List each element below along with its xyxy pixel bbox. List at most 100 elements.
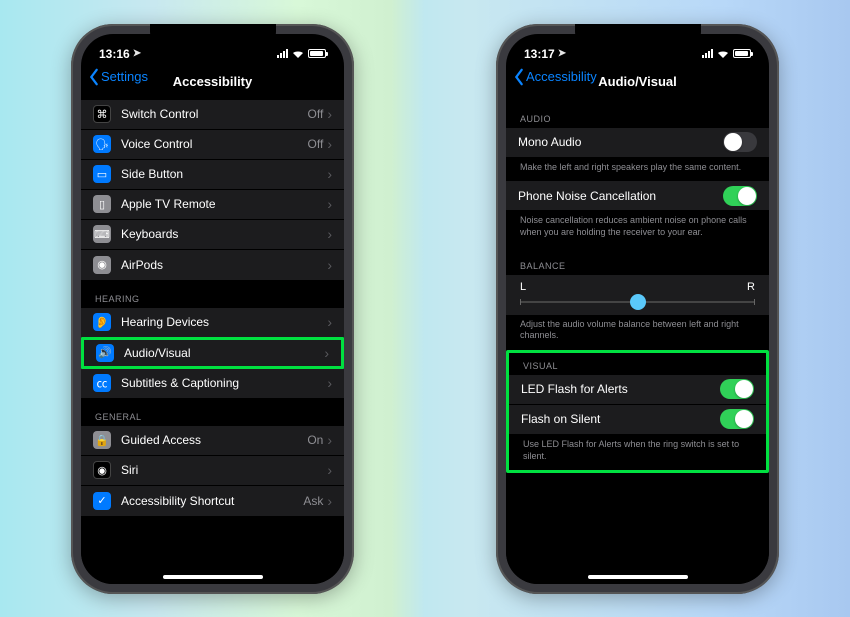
row-value: Off (308, 107, 324, 121)
row-subtitles-captioning[interactable]: ㏄ Subtitles & Captioning› (81, 368, 344, 398)
led-toggle[interactable] (720, 379, 754, 399)
phone-right: 13:17 ➤ Accessibility Audio/Visual AUDIO… (496, 24, 779, 594)
back-label: Accessibility (526, 69, 597, 84)
switch-control-icon: ⌘ (93, 105, 111, 123)
notch (150, 24, 276, 46)
row-label: Audio/Visual (124, 346, 324, 360)
flash-silent-toggle[interactable] (720, 409, 754, 429)
row-keyboards[interactable]: ⌨ Keyboards› (81, 220, 344, 250)
balance-slider-row: L R (506, 275, 769, 315)
noise-toggle[interactable] (723, 186, 757, 206)
mono-toggle[interactable] (723, 132, 757, 152)
hearing-icon: 👂 (93, 313, 111, 331)
shortcut-icon: ✓ (93, 492, 111, 510)
row-siri[interactable]: ◉ Siri› (81, 456, 344, 486)
screen-accessibility: 13:16 ➤ Settings Accessibility ⌘ Switch C… (81, 34, 344, 584)
row-audio-visual[interactable]: 🔊 Audio/Visual› (81, 337, 344, 369)
tv-remote-icon: ▯ (93, 195, 111, 213)
section-balance: BALANCE (506, 247, 769, 275)
screen-audio-visual: 13:17 ➤ Accessibility Audio/Visual AUDIO… (506, 34, 769, 584)
row-label: AirPods (121, 258, 327, 272)
mono-label: Mono Audio (518, 135, 723, 149)
row-label: Keyboards (121, 227, 327, 241)
location-icon: ➤ (558, 48, 566, 59)
chevron-right-icon: › (327, 493, 332, 509)
chevron-right-icon: › (327, 196, 332, 212)
chevron-right-icon: › (327, 257, 332, 273)
chevron-right-icon: › (327, 375, 332, 391)
voice-control-icon: 🗣 (93, 135, 111, 153)
nav-bar: Accessibility Audio/Visual (506, 68, 769, 100)
chevron-right-icon: › (327, 462, 332, 478)
visual-highlight-group: VISUAL LED Flash for Alerts Flash on Sil… (506, 350, 769, 473)
guided-access-icon: 🔒 (93, 431, 111, 449)
chevron-right-icon: › (327, 136, 332, 152)
row-guided-access[interactable]: 🔒 Guided AccessOn › (81, 426, 344, 456)
chevron-right-icon: › (327, 106, 332, 122)
chevron-right-icon: › (324, 345, 329, 361)
siri-icon: ◉ (93, 461, 111, 479)
back-button[interactable]: Accessibility (512, 68, 597, 86)
section-audio: AUDIO (506, 100, 769, 128)
chevron-right-icon: › (327, 432, 332, 448)
row-flash-silent[interactable]: Flash on Silent (509, 405, 766, 435)
slider-knob[interactable] (630, 294, 646, 310)
chevron-right-icon: › (327, 166, 332, 182)
status-time: 13:16 (99, 47, 130, 61)
row-side-button[interactable]: ▭Side Button› (81, 160, 344, 190)
wifi-icon (717, 49, 729, 58)
row-label: Apple TV Remote (121, 197, 327, 211)
row-noise-cancellation[interactable]: Phone Noise Cancellation (506, 181, 769, 211)
audio-visual-icon: 🔊 (96, 344, 114, 362)
balance-footer: Adjust the audio volume balance between … (506, 315, 769, 350)
flash-silent-label: Flash on Silent (521, 412, 720, 426)
chevron-right-icon: › (327, 314, 332, 330)
airpods-icon: ◉ (93, 256, 111, 274)
balance-slider[interactable] (520, 301, 755, 303)
row-accessibility-shortcut[interactable]: ✓ Accessibility ShortcutAsk › (81, 486, 344, 516)
balance-right-label: R (747, 281, 755, 293)
signal-icon (702, 49, 713, 58)
notch (575, 24, 701, 46)
noise-footer: Noise cancellation reduces ambient noise… (506, 211, 769, 246)
row-switch-control[interactable]: ⌘ Switch ControlOff› (81, 100, 344, 130)
content-scroll[interactable]: ⌘Switch ControlOff›🗣Voice ControlOff›▭Si… (81, 100, 344, 584)
row-value: On (307, 433, 323, 447)
page-title: Accessibility (173, 74, 253, 89)
wifi-icon (292, 49, 304, 58)
noise-label: Phone Noise Cancellation (518, 189, 723, 203)
row-label: Accessibility Shortcut (121, 494, 303, 508)
visual-footer: Use LED Flash for Alerts when the ring s… (509, 435, 766, 470)
status-time: 13:17 (524, 47, 555, 61)
row-label: Switch Control (121, 107, 308, 121)
section-hearing: HEARING (81, 280, 344, 308)
balance-left-label: L (520, 281, 526, 293)
phone-left: 13:16 ➤ Settings Accessibility ⌘ Switch C… (71, 24, 354, 594)
row-value: Ask (303, 494, 323, 508)
mono-footer: Make the left and right speakers play th… (506, 158, 769, 182)
chevron-left-icon (512, 68, 526, 86)
row-label: Subtitles & Captioning (121, 376, 327, 390)
keyboards-icon: ⌨ (93, 225, 111, 243)
row-label: Guided Access (121, 433, 307, 447)
row-led-flash[interactable]: LED Flash for Alerts (509, 375, 766, 405)
row-label: Siri (121, 463, 327, 477)
row-mono-audio[interactable]: Mono Audio (506, 128, 769, 158)
row-apple-tv-remote[interactable]: ▯ Apple TV Remote› (81, 190, 344, 220)
row-hearing-devices[interactable]: 👂 Hearing Devices› (81, 308, 344, 338)
home-indicator[interactable] (163, 575, 263, 579)
location-icon: ➤ (133, 48, 141, 59)
row-label: Side Button (121, 167, 327, 181)
led-label: LED Flash for Alerts (521, 382, 720, 396)
content-scroll[interactable]: AUDIO Mono Audio Make the left and right… (506, 100, 769, 584)
back-button[interactable]: Settings (87, 68, 148, 86)
subtitles-icon: ㏄ (93, 374, 111, 392)
row-airpods[interactable]: ◉ AirPods› (81, 250, 344, 280)
section-visual: VISUAL (509, 353, 766, 375)
signal-icon (277, 49, 288, 58)
section-general: GENERAL (81, 398, 344, 426)
home-indicator[interactable] (588, 575, 688, 579)
row-voice-control[interactable]: 🗣Voice ControlOff› (81, 130, 344, 160)
row-label: Hearing Devices (121, 315, 327, 329)
chevron-right-icon: › (327, 226, 332, 242)
